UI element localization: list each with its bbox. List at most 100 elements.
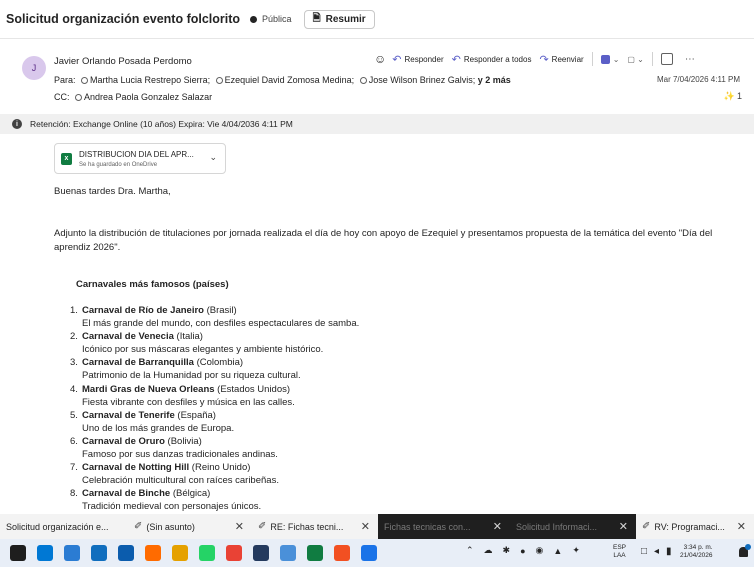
subject-title: Solicitud organización evento folclorito [6,12,241,26]
edge-icon[interactable] [279,545,296,561]
reply-arrow-icon: ↶ [392,53,402,66]
item-name: Mardi Gras de Nueva Orleans [82,383,215,395]
emoji-reaction-icon[interactable]: ☺ [374,52,386,66]
recipient[interactable]: Martha Lucia Restrepo Sierra; [90,75,210,85]
tab-label: Solicitud organización e... [6,521,109,532]
divider [0,38,754,39]
avatar[interactable]: J [22,56,46,80]
pencil-icon: ✐ [642,521,651,532]
info-icon: i [12,119,22,129]
item-name: Carnaval de Venecia [82,331,174,343]
item-description: Celebración multicultural con raíces car… [82,475,279,487]
list-item: 8. Carnaval de Binche (Bélgica) Tradición… [70,487,570,513]
whatsapp-icon[interactable] [198,545,215,561]
attachment-card[interactable]: x DISTRIBUCION DIA DEL APR... Se ha guar… [54,143,226,174]
item-name: Carnaval de Barranquilla [82,357,194,369]
file-explorer-icon[interactable] [36,545,53,561]
tab-draft[interactable]: ✐ RE: Fichas tecni... ✕ [252,514,378,539]
taskbar: ⌃ ☁ ✱ ● ◉ ▲ ✦ ESP LAA □ ◂ ▮ 3:34 p. m. 2… [0,539,754,567]
retention-banner: i Retención: Exchange Online (10 años) E… [0,114,754,134]
forward-button[interactable]: ↷ Reenviar [539,53,583,66]
list-title: Carnavales más famosos (países) [76,279,229,290]
battery-icon[interactable]: ▮ [666,546,672,557]
cc-recipient[interactable]: Andrea Paola Gonzalez Salazar [84,92,212,102]
tab-message[interactable]: Fichas tecnicas con... ✕ [378,514,510,539]
tab-current-message[interactable]: Solicitud organización e... [0,514,128,539]
office-icon[interactable] [333,545,350,561]
security-icon[interactable]: ▲ [553,546,562,556]
clock[interactable]: 3:34 p. m. 21/04/2026 [680,544,713,560]
recipient[interactable]: Jose Wilson Brinez Galvis; [369,75,476,85]
item-country: (Brasil) [206,305,237,316]
body-paragraph: Adjunto la distribución de titulaciones … [54,228,713,253]
tab-label: (Sin asunto) [146,521,195,532]
close-icon[interactable]: ✕ [235,520,244,533]
pencil-icon: ✐ [258,521,267,532]
vpn-icon[interactable]: ◉ [536,545,544,556]
close-icon[interactable]: ✕ [493,520,502,533]
visibility-label: Pública [262,14,292,24]
summarize-button[interactable]: 🗎 Resumir [303,9,375,29]
list-item: 4. Mardi Gras de Nueva Orleans (Estados U… [70,383,570,409]
volume-icon[interactable]: ◂ [654,546,659,557]
calendar-icon[interactable] [90,545,107,561]
language-indicator[interactable]: ESP LAA [613,544,626,560]
chevron-down-icon[interactable]: ⌄ [613,55,620,64]
close-icon[interactable]: ✕ [619,520,628,533]
item-name: Carnaval de Río de Janeiro [82,305,204,316]
toolbar-divider [651,52,653,66]
start-icon[interactable] [9,545,26,561]
more-recipients-link[interactable]: y 2 más [478,75,511,85]
close-icon[interactable]: ✕ [737,520,746,533]
tab-message[interactable]: Solicitud Informaci... ✕ [510,514,636,539]
chrome-icon[interactable] [225,545,242,561]
bluetooth-icon[interactable]: ✱ [503,545,511,556]
forward-label: Reenviar [551,54,584,64]
reaction-badge[interactable]: ✨ 1 [724,91,742,102]
chevron-up-icon[interactable]: ⌃ [466,545,474,556]
item-number: 8. [70,488,78,500]
list-item: 1. Carnaval de Río de Janeiro (Brasil) El… [70,304,570,330]
carnival-list: 1. Carnaval de Río de Janeiro (Brasil) El… [70,304,570,514]
presence-icon [75,94,83,101]
item-number: 4. [70,383,78,395]
outlook-icon[interactable] [117,545,134,561]
recipient[interactable]: Ezequiel David Zomosa Medina; [225,75,355,85]
reply-button[interactable]: ↶ Responder [392,53,443,66]
clock-time: 3:34 p. m. [683,544,713,551]
system-tray: ⌃ ☁ ✱ ● ◉ ▲ ✦ [466,545,590,556]
item-country: (Bolivia) [167,435,202,447]
more-options-icon[interactable]: ⋯ [685,54,695,65]
list-item: 5. Carnaval de Tenerife (España) Uno de l… [70,409,570,435]
apps-icon[interactable]: ▢ ⌄ [627,55,643,64]
word-icon[interactable] [360,545,377,561]
cloud-icon[interactable]: ☁ [484,545,493,556]
sender-name[interactable]: Javier Orlando Posada Perdomo [54,56,192,67]
app-icon[interactable] [252,545,269,561]
reply-all-button[interactable]: ↶ Responder a todos [452,53,532,66]
paint-icon[interactable] [171,545,188,561]
clock-date: 21/04/2026 [680,552,713,559]
tab-draft[interactable]: ✐ RV: Programaci... ✕ [636,514,754,539]
excel-icon[interactable] [306,545,323,561]
item-description: Icónico por sus máscaras elegantes y amb… [82,344,324,356]
summarize-label: Resumir [325,13,366,25]
teams-icon[interactable] [63,545,80,561]
teams-share-icon[interactable] [600,54,610,64]
draft-tabs-bar: Solicitud organización e... ✐ (Sin asunt… [0,514,754,539]
network-icon[interactable]: □ [641,546,647,557]
close-icon[interactable]: ✕ [361,520,370,533]
immersive-reader-icon[interactable] [660,53,673,65]
firefox-icon[interactable] [144,545,161,561]
attachment-name: DISTRIBUCION DIA DEL APR... [79,150,194,159]
tab-draft[interactable]: ✐ (Sin asunto) ✕ [128,514,252,539]
tray-app-icon[interactable]: ✦ [572,545,580,556]
onedrive-icon[interactable]: ● [520,546,525,556]
item-number: 3. [70,357,78,369]
item-name: Carnaval de Binche [82,488,171,500]
chevron-down-icon[interactable]: ⌄ [209,152,217,163]
item-name: Carnaval de Notting Hill [82,462,190,474]
retention-text: Retención: Exchange Online (10 años) Exp… [30,119,293,129]
list-item: 6. Carnaval de Oruro (Bolivia) Famoso por… [70,435,570,461]
item-description: Uno de los más grandes de Europa. [82,422,235,434]
